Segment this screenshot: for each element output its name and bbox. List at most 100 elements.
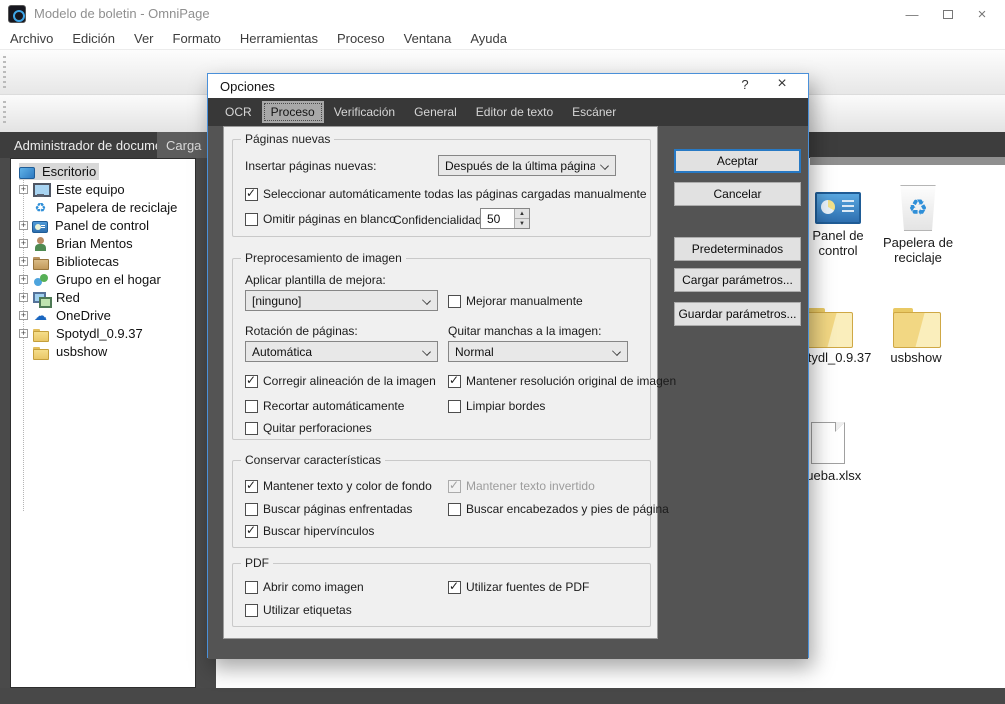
group-pdf: PDF Abrir como imagen Utilizar fuentes d… [232,563,651,627]
close-icon: × [978,6,987,23]
rotation-select[interactable]: Automática [245,341,438,362]
tab-general[interactable]: General [405,101,466,123]
minimize-button[interactable]: — [895,0,929,28]
cargar-parametros-button[interactable]: Cargar parámetros... [674,268,801,292]
checkbox-box [448,400,461,413]
menu-ver[interactable]: Ver [134,31,154,46]
tree-item-spotydl[interactable]: Spotydl_0.9.37 [11,325,195,342]
dialog-close-button[interactable]: × [770,75,794,96]
recycle-icon: ♻ [908,195,928,221]
tree-item-label: Escritorio [39,163,99,180]
insert-pages-select[interactable]: Después de la última página [438,155,616,176]
checkbox-box [448,375,461,388]
tab-verificacion[interactable]: Verificación [325,101,404,123]
tree-item-este-equipo[interactable]: Este equipo [11,181,195,198]
menu-edicion[interactable]: Edición [72,31,115,46]
horizontal-scrollbar[interactable] [810,157,1005,165]
expand-icon[interactable] [19,293,28,302]
menu-formato[interactable]: Formato [173,31,221,46]
tree-item-papelera[interactable]: ♻ Papelera de reciclaje [11,199,195,216]
chevron-down-icon [612,347,621,356]
expand-icon[interactable] [19,239,28,248]
expand-icon[interactable] [19,311,28,320]
desktop-icon [19,167,35,179]
tree-item-label: Spotydl_0.9.37 [53,325,146,342]
tree-item-brian-mentos[interactable]: Brian Mentos [11,235,195,252]
checkbox-headers-footers[interactable]: Buscar encabezados y pies de página [448,501,669,517]
menu-ventana[interactable]: Ventana [404,31,452,46]
tree-item-grupo-hogar[interactable]: Grupo en el hogar [11,271,195,288]
toolbar-grip[interactable] [3,56,6,88]
checkbox-box [245,480,258,493]
predeterminados-button[interactable]: Predeterminados [674,237,801,261]
checkbox-box [245,525,258,538]
checkbox-keep-resolution[interactable]: Mantener resolución original de imagen [448,373,676,389]
checkbox-open-as-image[interactable]: Abrir como imagen [245,579,364,595]
template-label: Aplicar plantilla de mejora: [245,273,386,287]
recycle-bin-icon: ♻ [898,185,938,231]
tab-proceso[interactable]: Proceso [262,101,324,123]
tree-item-escritorio[interactable]: Escritorio [11,163,195,180]
menu-herramientas[interactable]: Herramientas [240,31,318,46]
checkbox-skip-blank-pages[interactable]: Omitir páginas en blanco [245,211,396,227]
tab-editor-de-texto[interactable]: Editor de texto [467,101,562,123]
desktop-icon-papelera[interactable]: ♻ Papelera de reciclaje [874,185,962,265]
despeckle-select[interactable]: Normal [448,341,628,362]
spinner-up-button[interactable]: ▲ [515,209,529,219]
control-panel-icon [32,221,48,233]
close-button[interactable]: × [965,0,999,28]
checkbox-keep-text-bg[interactable]: Mantener texto y color de fondo [245,478,432,494]
tab-escaner[interactable]: Escáner [563,101,625,123]
checkbox-enhance-manually[interactable]: Mejorar manualmente [448,293,583,309]
spinner-down-button[interactable]: ▼ [515,219,529,228]
checkbox-deskew[interactable]: Corregir alineación de la imagen [245,373,436,389]
cancelar-button[interactable]: Cancelar [674,182,801,206]
dialog-help-button[interactable]: ? [734,77,756,95]
tree-item-usbshow[interactable]: usbshow [11,343,195,360]
guardar-parametros-button[interactable]: Guardar parámetros... [674,302,801,326]
aceptar-button[interactable]: Aceptar [674,149,801,173]
folder-icon [32,326,49,342]
checkbox-facing-pages[interactable]: Buscar páginas enfrentadas [245,501,412,517]
homegroup-icon [32,272,49,288]
expand-icon[interactable] [19,185,28,194]
template-select[interactable]: [ninguno] [245,290,438,311]
desktop-icon-usbshow[interactable]: usbshow [872,308,960,365]
folder-icon [805,308,851,346]
tree-item-label: Este equipo [53,181,128,198]
despeckle-label: Quitar manchas a la imagen: [448,324,601,338]
group-title: PDF [241,556,273,570]
checkbox-use-pdf-fonts[interactable]: Utilizar fuentes de PDF [448,579,589,595]
checkbox-autocrop[interactable]: Recortar automáticamente [245,398,404,414]
expand-icon[interactable] [19,275,28,284]
dialog-content-panel: Páginas nuevas Insertar páginas nuevas: … [223,126,658,639]
checkbox-auto-select-pages[interactable]: Seleccionar automáticamente todas las pá… [245,186,647,202]
folder-icon [32,344,49,360]
recycle-bin-icon: ♻ [32,200,49,216]
menu-archivo[interactable]: Archivo [10,31,53,46]
tree-item-label: Grupo en el hogar [53,271,164,288]
group-title: Conservar características [241,453,385,467]
expand-icon[interactable] [19,329,28,338]
menu-proceso[interactable]: Proceso [337,31,385,46]
menu-ayuda[interactable]: Ayuda [470,31,507,46]
tab-ocr[interactable]: OCR [216,101,261,123]
expand-icon[interactable] [19,221,28,230]
tree-item-panel-de-control[interactable]: Panel de control [11,217,195,234]
folder-icon [893,308,939,346]
checkbox-box [245,604,258,617]
user-icon [32,236,49,252]
checkbox-remove-punch-holes[interactable]: Quitar perforaciones [245,420,372,436]
tree-item-red[interactable]: Red [11,289,195,306]
group-preprocesamiento: Preprocesamiento de imagen Aplicar plant… [232,258,651,440]
maximize-button[interactable] [931,0,965,28]
checkbox-box [245,188,258,201]
confidence-spinner[interactable]: 50 ▲ ▼ [480,208,530,229]
expand-icon[interactable] [19,257,28,266]
tree-item-onedrive[interactable]: ☁ OneDrive [11,307,195,324]
checkbox-clean-borders[interactable]: Limpiar bordes [448,398,545,414]
checkbox-hyperlinks[interactable]: Buscar hipervínculos [245,523,374,539]
checkbox-use-tags[interactable]: Utilizar etiquetas [245,602,352,618]
toolbar-grip-2[interactable] [3,101,6,126]
tree-item-bibliotecas[interactable]: Bibliotecas [11,253,195,270]
